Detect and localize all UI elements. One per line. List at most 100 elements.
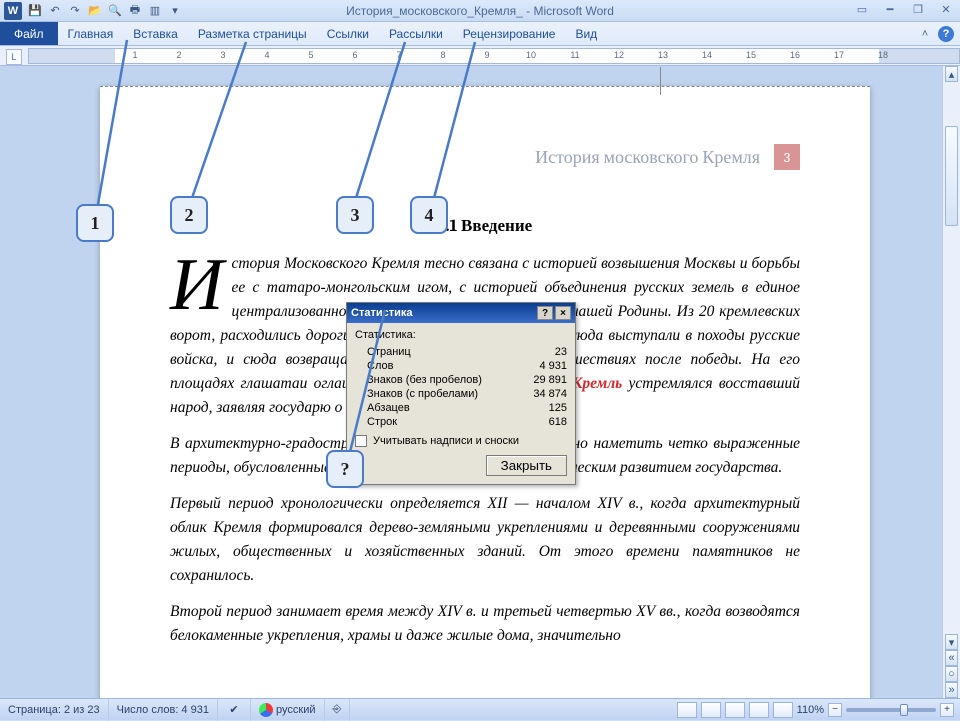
save-icon[interactable]: 💾 <box>26 2 44 20</box>
open-icon[interactable]: 📂 <box>86 2 104 20</box>
stat-value: 34 874 <box>533 388 567 400</box>
tab-insert[interactable]: Вставка <box>123 22 188 45</box>
minimize-button[interactable]: ━ <box>876 0 904 18</box>
view-web-layout-icon[interactable] <box>725 702 745 718</box>
vertical-scrollbar[interactable]: ▴ ▾ « ○ » <box>942 66 960 698</box>
quick-print-icon[interactable]: 🖶 <box>126 2 144 20</box>
qat-customize-icon[interactable]: ▾ <box>166 2 184 20</box>
stat-key: Строк <box>367 416 397 428</box>
print-preview-icon[interactable]: 🔍 <box>106 2 124 20</box>
view-full-screen-icon[interactable] <box>701 702 721 718</box>
scroll-up-icon[interactable]: ▴ <box>945 66 958 82</box>
minimize-ribbon-icon[interactable]: ▭ <box>848 0 876 18</box>
dialog-titlebar[interactable]: Статистика ? × <box>347 303 575 323</box>
page-break-indicator <box>100 86 870 94</box>
dialog-title-text: Статистика <box>351 307 413 319</box>
undo-icon[interactable]: ↶ <box>46 2 64 20</box>
stat-key: Знаков (без пробелов) <box>367 374 482 386</box>
status-spellcheck[interactable]: ✔ <box>218 699 251 721</box>
tab-view[interactable]: Вид <box>565 22 607 45</box>
redo-icon[interactable]: ↷ <box>66 2 84 20</box>
status-language[interactable]: русский <box>251 699 325 721</box>
next-page-icon[interactable]: » <box>945 682 958 698</box>
tab-selector-icon[interactable]: L <box>6 49 22 65</box>
status-page[interactable]: Страница: 2 из 23 <box>0 699 109 721</box>
view-outline-icon[interactable] <box>749 702 769 718</box>
page-header: История московского Кремля 3 <box>535 144 800 170</box>
title-bar: W 💾 ↶ ↷ 📂 🔍 🖶 ▥ ▾ История_московского_Кр… <box>0 0 960 22</box>
zoom-level[interactable]: 110% <box>797 704 824 716</box>
doc-paragraph-3: Первый период хронологически определяетс… <box>170 492 800 588</box>
stat-key: Страниц <box>367 346 411 358</box>
callout-4: 4 <box>410 196 448 234</box>
scroll-down-icon[interactable]: ▾ <box>945 634 958 650</box>
stat-value: 125 <box>549 402 567 414</box>
tab-references[interactable]: Ссылки <box>317 22 379 45</box>
ruler-tick: 5 <box>308 50 313 60</box>
doc-heading: 1.1 Введение <box>170 216 800 236</box>
status-bar: Страница: 2 из 23 Число слов: 4 931 ✔ ру… <box>0 698 960 720</box>
stat-key: Абзацев <box>367 402 410 414</box>
tab-page-layout[interactable]: Разметка страницы <box>188 22 317 45</box>
zoom-out-button[interactable]: − <box>828 703 842 717</box>
kremlin-highlight: Кремль <box>572 375 622 392</box>
view-print-layout-icon[interactable] <box>677 702 697 718</box>
ribbon-minimize-icon[interactable]: ˄ <box>918 27 932 41</box>
stat-row: Слов 4 931 <box>355 359 567 373</box>
dialog-close-button[interactable]: Закрыть <box>486 455 567 476</box>
close-button[interactable]: ✕ <box>932 0 960 18</box>
status-language-text: русский <box>276 704 315 716</box>
stat-key: Слов <box>367 360 393 372</box>
insert-mode-icon: ⎆ <box>333 703 342 716</box>
drop-cap: И <box>170 252 231 314</box>
tab-review[interactable]: Рецензирование <box>453 22 566 45</box>
stat-value: 4 931 <box>539 360 567 372</box>
language-icon <box>259 703 273 717</box>
tab-file[interactable]: Файл <box>0 22 58 45</box>
callout-3: 3 <box>336 196 374 234</box>
dialog-help-icon[interactable]: ? <box>537 306 553 320</box>
word-app-icon: W <box>4 2 22 20</box>
ruler-tick: 13 <box>658 50 668 60</box>
tab-mailings[interactable]: Рассылки <box>379 22 453 45</box>
checkbox-icon[interactable] <box>355 435 367 447</box>
scroll-thumb[interactable] <box>945 126 958 226</box>
status-insert-mode[interactable]: ⎆ <box>325 699 351 721</box>
browse-object-icon[interactable]: ○ <box>945 666 958 682</box>
new-icon[interactable]: ▥ <box>146 2 164 20</box>
callout-2: 2 <box>170 196 208 234</box>
restore-button[interactable]: ❐ <box>904 0 932 18</box>
ruler-row: L 123456789101112131415161718 <box>0 46 960 66</box>
statistics-dialog[interactable]: Статистика ? × Статистика: Страниц23Слов… <box>346 302 576 485</box>
stat-row: Знаков (без пробелов) 29 891 <box>355 373 567 387</box>
stat-row: Страниц 23 <box>355 345 567 359</box>
doc-paragraph-4: Второй период занимает время между XIV в… <box>170 600 800 648</box>
ruler-tick: 4 <box>264 50 269 60</box>
help-icon[interactable]: ? <box>938 26 954 42</box>
quick-access-toolbar: 💾 ↶ ↷ 📂 🔍 🖶 ▥ ▾ <box>26 2 184 20</box>
ribbon-tabs: Файл Главная Вставка Разметка страницы С… <box>0 22 960 46</box>
stat-value: 23 <box>555 346 567 358</box>
zoom-in-button[interactable]: + <box>940 703 954 717</box>
dialog-close-icon[interactable]: × <box>555 306 571 320</box>
ruler-tick: 1 <box>132 50 137 60</box>
stat-value: 29 891 <box>533 374 567 386</box>
zoom-slider-thumb[interactable] <box>900 704 908 716</box>
include-footnotes-checkbox[interactable]: Учитывать надписи и сноски <box>355 435 567 447</box>
ruler-tick: 3 <box>220 50 225 60</box>
ruler-tick: 2 <box>176 50 181 60</box>
horizontal-ruler[interactable]: 123456789101112131415161718 <box>28 48 960 64</box>
stat-value: 618 <box>549 416 567 428</box>
spellcheck-icon: ✔ <box>226 703 242 717</box>
ruler-tick: 17 <box>834 50 844 60</box>
status-word-count[interactable]: Число слов: 4 931 <box>109 699 218 721</box>
ruler-tick: 18 <box>878 50 888 60</box>
zoom-slider[interactable] <box>846 708 936 712</box>
ruler-tick: 16 <box>790 50 800 60</box>
view-draft-icon[interactable] <box>773 702 793 718</box>
ruler-tick: 8 <box>440 50 445 60</box>
ruler-tick: 9 <box>484 50 489 60</box>
previous-page-icon[interactable]: « <box>945 650 958 666</box>
stat-row: Строк 618 <box>355 415 567 429</box>
tab-home[interactable]: Главная <box>58 22 124 45</box>
